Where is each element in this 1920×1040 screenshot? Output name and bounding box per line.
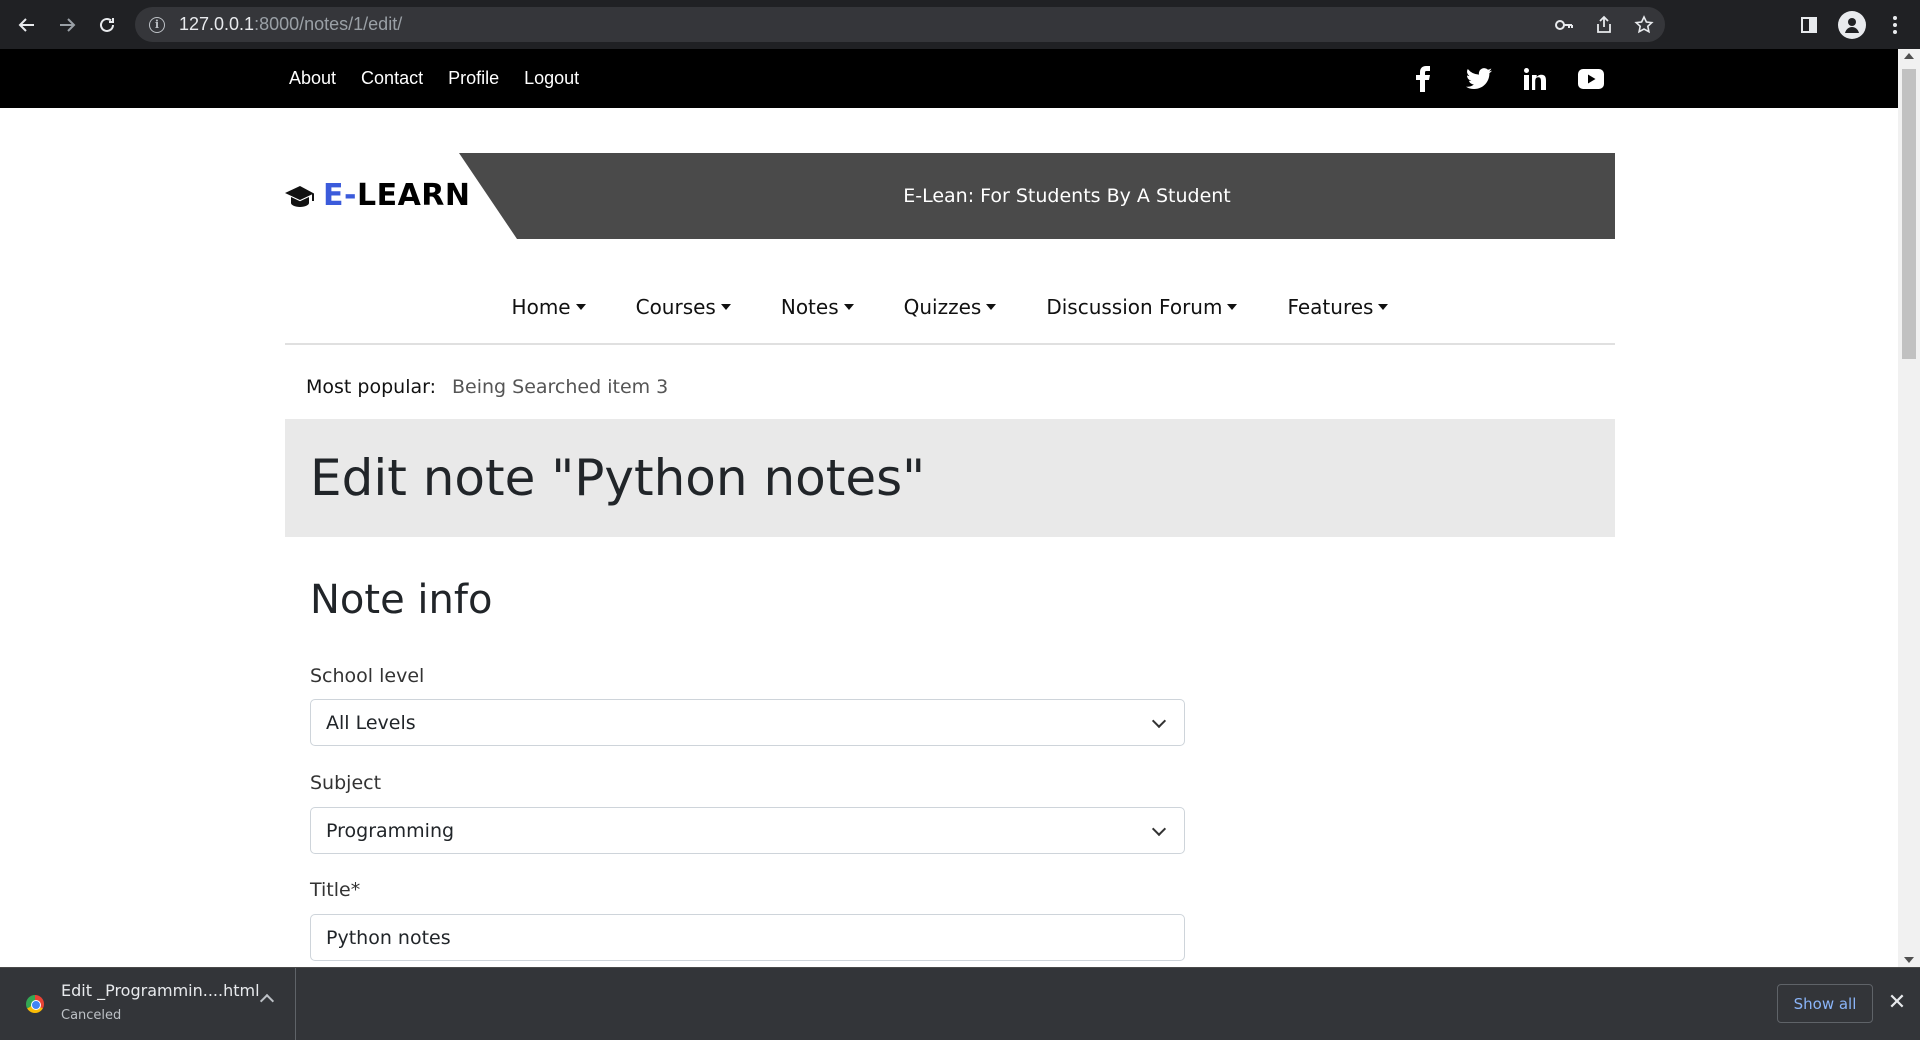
close-icon[interactable]: ✕ (1887, 990, 1907, 1015)
side-panel-icon[interactable] (1798, 14, 1820, 36)
scrollbar-thumb[interactable] (1902, 69, 1916, 359)
school-level-value: All Levels (326, 711, 416, 734)
download-item[interactable]: Edit _Programmin....html Canceled (0, 968, 296, 1040)
header-banner: E-Lean: For Students By A Student (459, 153, 1615, 239)
page-title: Edit note "Python notes" (310, 449, 926, 507)
title-value: Python notes (326, 926, 451, 949)
most-popular-bar: Most popular: Being Searched item 3 (306, 376, 668, 398)
subject-label: Subject (310, 772, 382, 794)
profile-link[interactable]: Profile (448, 68, 499, 89)
main-navigation: Home Courses Notes Quizzes Discussion Fo… (285, 285, 1615, 345)
most-popular-label: Most popular: (306, 376, 436, 398)
logout-link[interactable]: Logout (524, 68, 579, 89)
chevron-down-icon (1151, 713, 1167, 729)
info-icon[interactable]: i (149, 16, 165, 33)
back-button[interactable] (12, 10, 42, 40)
page-scrollbar[interactable] (1898, 49, 1920, 967)
caret-down-icon (575, 304, 586, 310)
site-logo[interactable]: E-LEARN (285, 178, 471, 213)
download-shelf: Edit _Programmin....html Canceled Show a… (0, 967, 1920, 1040)
top-bar: About Contact Profile Logout (0, 49, 1898, 108)
youtube-icon[interactable] (1578, 66, 1604, 92)
reload-icon (100, 17, 114, 32)
profile-avatar-icon[interactable] (1838, 10, 1866, 39)
browser-toolbar: i 127.0.0.1:8000/notes/1/edit/ (0, 0, 1920, 49)
address-bar[interactable]: i 127.0.0.1:8000/notes/1/edit/ (135, 7, 1665, 42)
kebab-menu-icon[interactable] (1884, 14, 1906, 36)
caret-down-icon (986, 304, 997, 310)
nav-item-quizzes[interactable]: Quizzes (904, 285, 997, 343)
forward-button[interactable] (52, 10, 82, 40)
subject-value: Programming (326, 819, 455, 842)
show-all-button[interactable]: Show all (1777, 984, 1873, 1023)
twitter-icon[interactable] (1466, 66, 1492, 92)
school-level-label: School level (310, 665, 425, 687)
nav-item-courses[interactable]: Courses (636, 285, 731, 343)
caret-down-icon (1378, 304, 1389, 310)
share-icon[interactable] (1593, 14, 1615, 36)
download-filename: Edit _Programmin....html (61, 981, 260, 1000)
title-label: Title* (310, 879, 361, 901)
reload-button[interactable] (92, 10, 122, 40)
most-popular-item[interactable]: Being Searched item 3 (452, 376, 668, 398)
school-level-select[interactable]: All Levels (310, 699, 1185, 746)
page-viewport: About Contact Profile Logout E-LEARN E-L… (0, 49, 1898, 967)
site-header: E-LEARN E-Lean: For Students By A Studen… (285, 153, 1615, 239)
arrow-right-icon (60, 18, 76, 32)
caret-down-icon (843, 304, 854, 310)
arrow-left-icon (18, 18, 34, 32)
facebook-icon[interactable] (1410, 65, 1436, 92)
title-input[interactable]: Python notes (310, 914, 1185, 961)
chrome-logo-icon (26, 995, 44, 1013)
section-title: Note info (310, 577, 493, 623)
graduation-cap-icon (285, 185, 314, 207)
url-text: 127.0.0.1:8000/notes/1/edit/ (179, 14, 403, 34)
linkedin-icon[interactable] (1522, 66, 1548, 92)
contact-link[interactable]: Contact (361, 68, 423, 89)
subject-select[interactable]: Programming (310, 807, 1185, 854)
download-status: Canceled (61, 1008, 122, 1023)
chevron-down-icon (1151, 821, 1167, 837)
page-header: Edit note "Python notes" (285, 419, 1615, 537)
scroll-down-icon[interactable] (1904, 957, 1914, 963)
nav-item-home[interactable]: Home (512, 285, 586, 343)
chevron-up-icon[interactable] (259, 993, 275, 1009)
scroll-up-icon[interactable] (1904, 53, 1914, 59)
site-tagline: E-Lean: For Students By A Student (903, 185, 1231, 207)
nav-item-features[interactable]: Features (1287, 285, 1389, 343)
caret-down-icon (1227, 304, 1238, 310)
nav-item-discussion-forum[interactable]: Discussion Forum (1046, 285, 1238, 343)
caret-down-icon (720, 304, 731, 310)
about-link[interactable]: About (289, 68, 336, 89)
nav-item-notes[interactable]: Notes (781, 285, 854, 343)
key-icon[interactable] (1553, 14, 1575, 36)
star-icon[interactable] (1633, 14, 1655, 36)
brand-name: E-LEARN (323, 178, 471, 213)
